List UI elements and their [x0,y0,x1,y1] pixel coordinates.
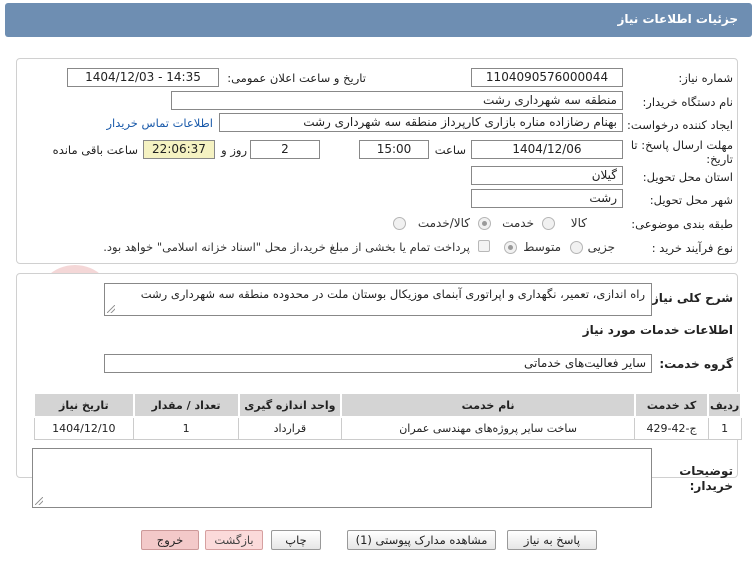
treasury-payment-note: پرداخت تمام یا بخشی از مبلغ خرید،از محل … [103,240,470,254]
cell-service-name: ساخت سایر پروژه‌های مهندسی عمران [340,416,636,440]
services-table: ردیف کد خدمت نام خدمت واحد اندازه گیری ت… [33,392,742,440]
announce-date-field: 1404/12/03 - 14:35 [67,68,219,87]
buyer-notes-textarea[interactable] [32,448,652,508]
process-option-medium-radio[interactable] [504,241,517,254]
description-text: راه اندازی، تعمیر، نگهداری و اپراتوری آب… [140,287,645,301]
cell-row: 1 [707,416,742,440]
category-label: طبقه بندی موضوعی: [631,217,733,231]
contact-buyer-link[interactable]: اطلاعات تماس خریدار [106,116,213,130]
process-type-label: نوع فرآیند خرید : [651,241,733,255]
resize-grip-icon[interactable] [107,305,115,313]
province-field: گیلان [471,166,623,185]
back-button[interactable]: بازگشت [205,530,263,550]
category-option-both-label: کالا/خدمت [417,216,470,230]
services-section-title: اطلاعات خدمات مورد نیاز [582,323,733,337]
category-option-both-radio[interactable] [393,217,406,230]
cell-quantity: 1 [133,416,240,440]
cell-need-date: 1404/12/10 [33,416,135,440]
process-option-small-label: جزیی [587,240,615,254]
need-number-field: 1104090576000044 [471,68,623,87]
exit-button[interactable]: خروج [141,530,199,550]
col-service-code: کد خدمت [633,392,710,418]
view-attachments-button[interactable]: مشاهده مدارک پیوستی (1) [347,530,496,550]
city-label: شهر محل تحویل: [649,193,733,207]
province-label: استان محل تحویل: [642,170,733,184]
col-row: ردیف [707,392,742,418]
days-label: روز و [221,143,247,157]
deadline-label-date: تاریخ: [706,152,733,166]
col-quantity: تعداد / مقدار [132,392,240,418]
deadline-date-field: 1404/12/06 [471,140,623,159]
cell-unit: قرارداد [238,416,342,440]
buyer-org-label: نام دستگاه خریدار: [642,95,733,109]
cell-service-code: ج-42-429 [634,416,709,440]
remaining-days-field: 2 [250,140,320,159]
resize-grip-icon[interactable] [35,497,43,505]
city-field: رشت [471,189,623,208]
buyer-notes-label: توضیحات [679,464,733,478]
need-number-label: شماره نیاز: [678,71,733,85]
reply-button[interactable]: پاسخ به نیاز [507,530,597,550]
table-row: 1 ج-42-429 ساخت سایر پروژه‌های مهندسی عم… [33,416,742,440]
page-header: جزئیات اطلاعات نیاز [5,3,752,37]
service-group-label: گروه خدمت: [659,357,733,371]
services-table-header: ردیف کد خدمت نام خدمت واحد اندازه گیری ت… [33,392,742,418]
category-option-service-label: خدمت [502,216,534,230]
buyer-notes-label-2: خریدار: [689,479,733,493]
buyer-org-field: منطقه سه شهرداری رشت [171,91,623,110]
remaining-time-label: ساعت باقی مانده [52,143,138,157]
service-group-field: سایر فعالیت‌های خدماتی [104,354,652,373]
page-title: جزئیات اطلاعات نیاز [617,12,738,26]
col-service-name: نام خدمت [340,392,636,418]
description-textarea[interactable]: راه اندازی، تعمیر، نگهداری و اپراتوری آب… [104,283,652,316]
col-unit: واحد اندازه گیری [237,392,343,418]
treasury-payment-checkbox[interactable] [478,240,490,252]
deadline-time-field: 15:00 [359,140,429,159]
remaining-time-field: 22:06:37 [143,140,215,159]
deadline-time-label: ساعت [434,143,466,157]
process-option-small-radio[interactable] [570,241,583,254]
creator-label: ایجاد کننده درخواست: [627,118,733,132]
process-option-medium-label: متوسط [523,240,561,254]
creator-field: بهنام رضازاده مناره بازاری کارپرداز منطق… [219,113,623,132]
category-option-goods-radio[interactable] [542,217,555,230]
category-option-goods-label: کالا [570,216,587,230]
category-option-service-radio[interactable] [478,217,491,230]
col-need-date: تاریخ نیاز [33,392,135,418]
need-details-section [16,58,738,264]
deadline-label: مهلت ارسال پاسخ: تا [630,138,733,152]
description-label: شرح کلی نیاز: [647,291,733,305]
print-button[interactable]: چاپ [271,530,321,550]
announce-date-label: تاریخ و ساعت اعلان عمومی: [227,71,366,85]
